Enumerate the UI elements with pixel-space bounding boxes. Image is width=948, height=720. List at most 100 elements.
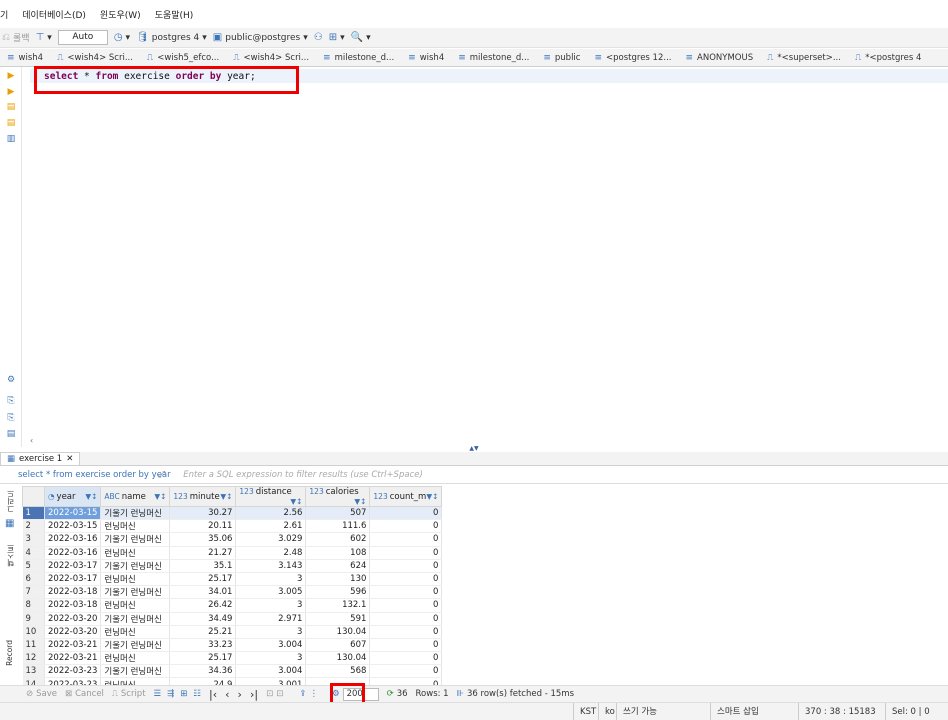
- table-row[interactable]: 5 2022-03-17 기울기 런닝머신 35.1 3.143 624 0: [22, 559, 443, 573]
- table-cell[interactable]: 기울기 런닝머신: [100, 506, 171, 521]
- datasource-selector[interactable]: 🛢 postgres 4 ▾: [136, 32, 207, 43]
- zoom-icon[interactable]: ⊡: [276, 689, 283, 699]
- table-cell[interactable]: 108: [305, 546, 371, 560]
- edit-cell-icon[interactable]: ☰: [154, 689, 162, 699]
- delete-row-icon[interactable]: ☷: [193, 689, 201, 699]
- table-cell[interactable]: 3.029: [235, 532, 307, 547]
- table-row[interactable]: 11 2022-03-21 기울기 런닝머신 33.23 3.004 607 0: [22, 638, 443, 653]
- column-header-name[interactable]: ABC name ▼↕: [100, 486, 171, 507]
- table-cell[interactable]: 602: [305, 532, 371, 547]
- table-cell[interactable]: 2.56: [235, 506, 307, 521]
- table-cell[interactable]: 3: [235, 625, 307, 639]
- table-row[interactable]: 1 2022-03-15 기울기 런닝머신 30.27 2.56 507 0: [22, 506, 443, 521]
- table-cell[interactable]: 2.971: [235, 612, 307, 626]
- transaction-mode-button[interactable]: ⊤ ▾: [36, 32, 52, 43]
- script-button[interactable]: ⎍ Script: [112, 689, 146, 699]
- table-cell[interactable]: 런닝머신: [100, 651, 171, 666]
- table-row[interactable]: 9 2022-03-20 기울기 런닝머신 34.49 2.971 591 0: [22, 612, 443, 626]
- save-button[interactable]: ⊘ Save: [26, 689, 57, 699]
- format-button[interactable]: ⚇: [314, 32, 323, 43]
- table-cell[interactable]: 3.005: [235, 585, 307, 600]
- table-cell[interactable]: 607: [305, 638, 371, 653]
- table-cell[interactable]: 507: [305, 506, 371, 521]
- filter-sort-icon[interactable]: ▼↕: [220, 492, 232, 501]
- execute-icon[interactable]: ▶: [6, 71, 16, 81]
- table-cell[interactable]: 35.06: [169, 532, 237, 547]
- table-cell[interactable]: 624: [305, 559, 371, 573]
- table-cell[interactable]: 34.49: [169, 612, 237, 626]
- menu-item-edit[interactable]: 기: [0, 8, 8, 21]
- table-cell[interactable]: 21.27: [169, 546, 237, 560]
- filter-sort-icon[interactable]: ▼↕: [354, 497, 366, 506]
- table-cell[interactable]: 596: [305, 585, 371, 600]
- table-cell[interactable]: 2022-03-16: [44, 546, 102, 560]
- table-cell[interactable]: 0: [369, 638, 443, 653]
- table-cell[interactable]: 2022-03-15: [44, 506, 102, 521]
- table-cell[interactable]: 30.27: [169, 506, 237, 521]
- table-cell[interactable]: 2022-03-21: [44, 651, 102, 666]
- table-row[interactable]: 8 2022-03-18 런닝머신 26.42 3 132.1 0: [22, 598, 443, 613]
- table-cell[interactable]: 568: [305, 664, 371, 679]
- prev-page-icon[interactable]: ‹: [225, 688, 229, 701]
- table-row[interactable]: 7 2022-03-18 기울기 런닝머신 34.01 3.005 596 0: [22, 585, 443, 600]
- table-cell[interactable]: 0: [369, 625, 443, 639]
- table-cell[interactable]: 26.42: [169, 598, 237, 613]
- table-cell[interactable]: 33.23: [169, 638, 237, 653]
- table-row[interactable]: 12 2022-03-21 런닝머신 25.17 3 130.04 0: [22, 651, 443, 666]
- table-cell[interactable]: 2022-03-20: [44, 612, 102, 626]
- scroll-left-icon[interactable]: ‹: [30, 436, 33, 445]
- last-page-icon[interactable]: ›|: [250, 688, 258, 701]
- table-cell[interactable]: 3.143: [235, 559, 307, 573]
- explain-icon[interactable]: ▤: [6, 102, 16, 112]
- table-cell[interactable]: 기울기 런닝머신: [100, 532, 171, 547]
- table-row[interactable]: 10 2022-03-20 런닝머신 25.21 3 130.04 0: [22, 625, 443, 639]
- cancel-button[interactable]: ⊠ Cancel: [65, 689, 104, 699]
- table-cell[interactable]: 2.48: [235, 546, 307, 560]
- table-cell[interactable]: 0: [369, 519, 443, 534]
- next-page-icon[interactable]: ›: [238, 688, 242, 701]
- rollback-button[interactable]: ⎌ 롤백: [2, 31, 30, 44]
- menu-item-help[interactable]: 도움말(H): [155, 8, 194, 21]
- fetch-all-button[interactable]: ⟳ 36: [387, 689, 408, 699]
- table-cell[interactable]: 런닝머신: [100, 546, 171, 560]
- table-cell[interactable]: 기울기 런닝머신: [100, 559, 171, 573]
- filter-sort-icon[interactable]: ▼↕: [154, 492, 166, 501]
- tab-exercise-result[interactable]: ▦ exercise 1 ✕: [0, 452, 81, 465]
- editor-horizontal-scrollbar[interactable]: ‹: [30, 436, 948, 446]
- tab-wish4-script[interactable]: ⎍ <wish4> Scri...: [50, 49, 140, 66]
- column-header-distance[interactable]: 123 distance ▼↕: [235, 486, 307, 507]
- table-cell[interactable]: 2022-03-18: [44, 585, 102, 600]
- table-cell[interactable]: 2022-03-23: [44, 664, 102, 679]
- table-cell[interactable]: 기울기 런닝머신: [100, 612, 171, 626]
- schema-selector[interactable]: ▣ public@postgres ▾: [213, 32, 308, 43]
- tab-milestone[interactable]: ≡ milestone_d...: [316, 49, 401, 66]
- table-row[interactable]: 2 2022-03-15 런닝머신 20.11 2.61 111.6 0: [22, 519, 443, 534]
- table-row[interactable]: 3 2022-03-16 기울기 런닝머신 35.06 3.029 602 0: [22, 532, 443, 547]
- table-cell[interactable]: 2022-03-17: [44, 572, 102, 587]
- table-cell[interactable]: 2022-03-15: [44, 519, 102, 534]
- table-row[interactable]: 13 2022-03-23 기울기 런닝머신 34.36 3.004 568 0: [22, 664, 443, 679]
- table-cell[interactable]: 0: [369, 612, 443, 626]
- load-plan-icon[interactable]: ▤: [6, 118, 16, 128]
- text-view-tab[interactable]: 텍스트: [5, 544, 16, 567]
- table-cell[interactable]: 3: [235, 572, 307, 587]
- tab-postgres-4[interactable]: ⎍ *<postgres 4: [848, 49, 929, 66]
- search-button[interactable]: 🔍 ▾: [351, 32, 371, 43]
- column-header-calories[interactable]: 123 calories ▼↕: [305, 486, 371, 507]
- table-cell[interactable]: 3.004: [235, 638, 307, 653]
- table-cell[interactable]: 130: [305, 572, 371, 587]
- table-cell[interactable]: 0: [369, 559, 443, 573]
- table-cell[interactable]: 런닝머신: [100, 572, 171, 587]
- tab-superset[interactable]: ⎍ *<superset>...: [760, 49, 848, 66]
- table-cell[interactable]: 25.17: [169, 651, 237, 666]
- table-cell[interactable]: 2022-03-21: [44, 638, 102, 653]
- table-cell[interactable]: 111.6: [305, 519, 371, 534]
- table-cell[interactable]: 3: [235, 651, 307, 666]
- table-cell[interactable]: 130.04: [305, 651, 371, 666]
- table-cell[interactable]: 런닝머신: [100, 625, 171, 639]
- save-file-icon[interactable]: ▤: [6, 429, 16, 439]
- new-script-icon[interactable]: ⎘: [6, 396, 16, 406]
- table-cell[interactable]: 2022-03-18: [44, 598, 102, 613]
- transaction-mode-field[interactable]: Auto: [57, 30, 108, 45]
- column-header-count-m[interactable]: 123 count_m ▼↕: [369, 486, 443, 507]
